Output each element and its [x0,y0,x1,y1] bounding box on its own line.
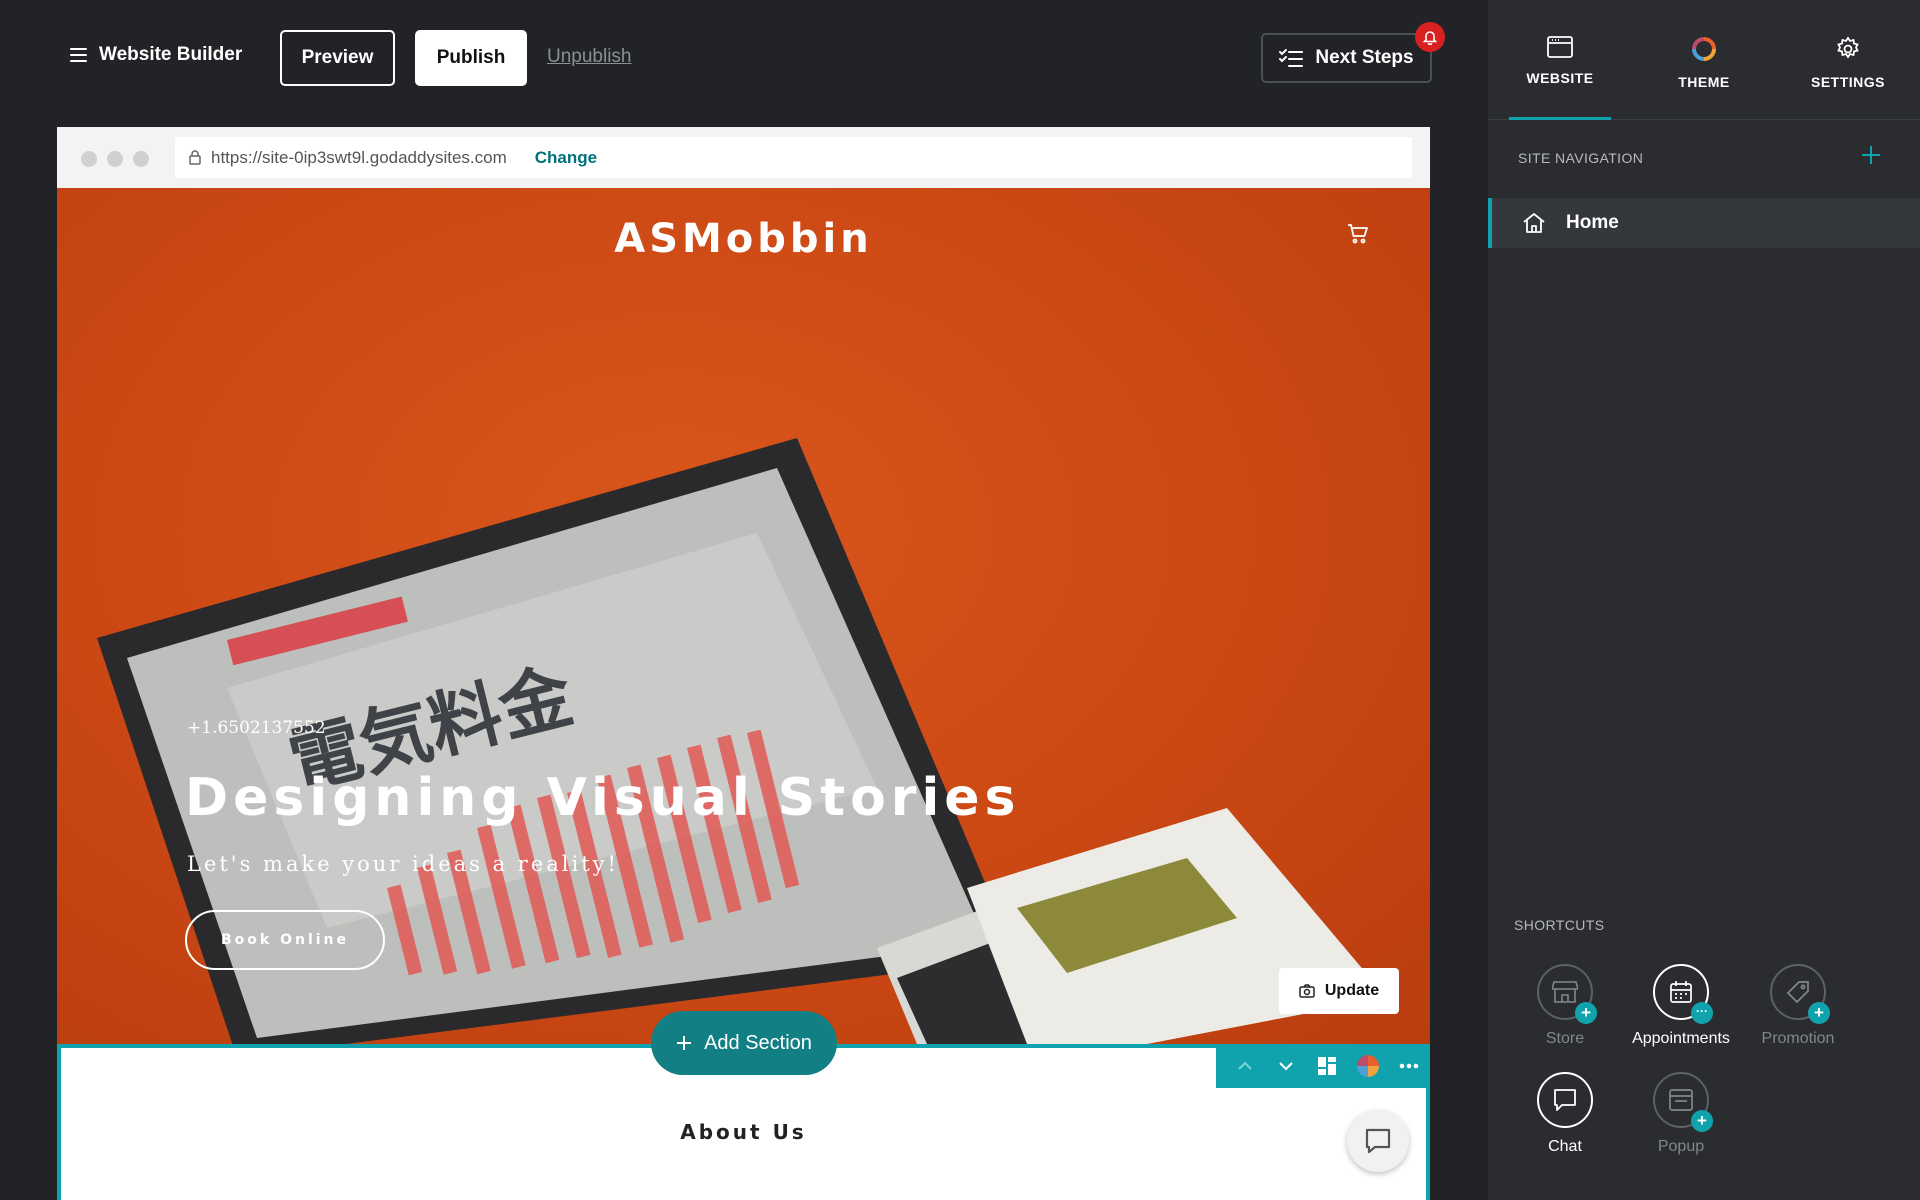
layout-icon[interactable] [1311,1050,1343,1082]
add-section-label: Add Section [704,1031,812,1054]
hamburger-icon [70,48,87,62]
plus-icon [677,1036,692,1050]
promotion-add-icon: + [1808,1002,1830,1024]
panel-tabs: WEBSITE THEME SETTINGS [1488,0,1920,120]
shortcut-store[interactable]: + Store [1507,964,1623,1048]
move-up-icon[interactable] [1229,1050,1261,1082]
appointments-more-icon: ··· [1691,1002,1713,1024]
move-down-icon[interactable] [1270,1050,1302,1082]
tab-settings-label: SETTINGS [1810,74,1885,90]
store-add-icon: + [1575,1002,1597,1024]
phone-number[interactable]: +1.6502137552 [187,718,326,738]
store-icon [1552,981,1578,1003]
popup-window-icon [1669,1089,1693,1111]
shortcuts-heading: SHORTCUTS [1514,917,1605,933]
tab-website-label: WEBSITE [1526,70,1594,86]
change-url-link[interactable]: Change [535,148,597,168]
next-steps-label: Next Steps [1315,47,1414,68]
add-section-button[interactable]: Add Section [651,1011,837,1075]
nav-item-home[interactable]: Home [1488,198,1920,248]
shortcut-appointments-label: Appointments [1632,1030,1730,1047]
tab-website[interactable]: WEBSITE [1488,0,1632,120]
next-steps-button[interactable]: Next Steps [1261,33,1432,83]
theme-ring-icon [1692,37,1716,61]
brand-label: Website Builder [99,44,243,65]
tab-theme[interactable]: THEME [1632,0,1776,119]
update-label: Update [1324,982,1380,999]
notification-bell-icon[interactable] [1415,22,1445,52]
calendar-icon [1670,981,1692,1003]
hero-section[interactable]: 電気料金 ASMobbin +1.6502137552 Designing Vi… [57,188,1430,1044]
more-options-icon[interactable] [1393,1050,1425,1082]
section-toolbar [1216,1044,1430,1088]
shortcut-promotion[interactable]: + Promotion [1740,964,1856,1048]
hero-tagline[interactable]: Let's make your ideas a reality! [187,852,619,876]
shortcut-chat-label: Chat [1548,1138,1582,1155]
tag-icon [1786,981,1809,1004]
popup-add-icon: + [1691,1110,1713,1132]
checklist-icon [1279,49,1304,67]
section-theme-icon[interactable] [1352,1050,1384,1082]
shortcut-chat[interactable]: Chat [1507,1072,1623,1156]
publish-button[interactable]: Publish [415,30,527,86]
site-url: https://site-0ip3swt9l.godaddysites.com [211,147,507,167]
unpublish-link[interactable]: Unpublish [547,46,632,68]
window-dots [81,151,149,167]
tab-settings[interactable]: SETTINGS [1776,0,1920,119]
site-navigation-heading: SITE NAVIGATION [1518,150,1644,166]
shortcut-popup[interactable]: + Popup [1623,1072,1739,1156]
gear-icon [1837,36,1859,59]
add-page-icon[interactable] [1860,144,1882,166]
hero-headline[interactable]: Designing Visual Stories [185,768,1020,828]
editor-side-panel: WEBSITE THEME SETTINGS SITE NAVIGATION H… [1488,0,1920,1200]
nav-item-home-label: Home [1566,212,1619,233]
browser-window-icon [1547,36,1573,58]
website-builder-menu[interactable]: Website Builder [70,44,242,66]
url-field: https://site-0ip3swt9l.godaddysites.com … [175,137,1412,178]
shortcut-appointments[interactable]: ··· Appointments [1623,964,1739,1048]
shortcut-store-label: Store [1545,1030,1585,1047]
browser-url-bar: https://site-0ip3swt9l.godaddysites.com … [57,127,1430,188]
shortcut-promotion-label: Promotion [1761,1030,1835,1047]
cart-icon[interactable] [1347,224,1369,244]
update-image-button[interactable]: Update [1279,968,1399,1014]
shortcut-popup-label: Popup [1657,1138,1705,1155]
site-title[interactable]: ASMobbin [57,216,1430,262]
chat-bubble-icon [1365,1128,1391,1154]
home-icon [1523,213,1545,233]
top-toolbar: Website Builder Preview Publish Unpublis… [0,0,1488,118]
lock-icon [189,150,201,165]
book-online-button[interactable]: Book Online [185,910,385,970]
tab-theme-label: THEME [1678,74,1730,90]
chat-widget-button[interactable] [1347,1110,1409,1172]
about-section-title[interactable]: About Us [61,1120,1426,1144]
preview-button[interactable]: Preview [280,30,395,86]
chat-icon [1554,1089,1576,1111]
camera-icon [1299,984,1315,998]
